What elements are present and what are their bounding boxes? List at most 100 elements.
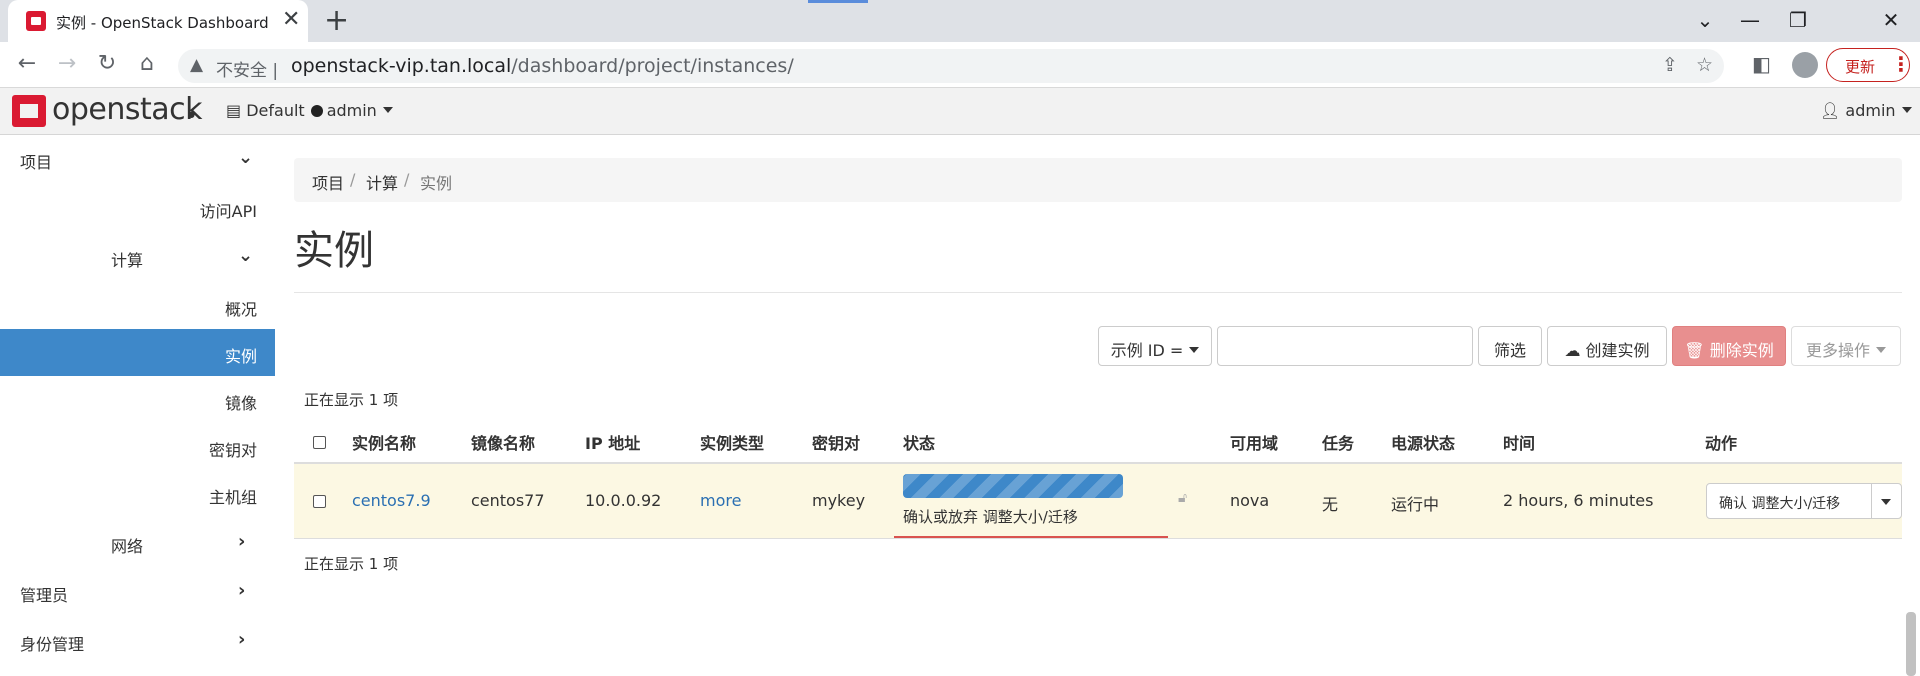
image-name: centos77: [471, 491, 545, 510]
home-icon[interactable]: ⌂: [133, 50, 161, 78]
caret-down-icon: [1881, 499, 1891, 505]
tab-drag-indicator: [808, 0, 868, 3]
sidebar-item-admin[interactable]: 管理员 ›: [0, 568, 275, 615]
breadcrumb: 项目 / 计算 / 实例: [294, 158, 1902, 202]
confirm-resize-button[interactable]: 确认 调整大小/迁移: [1706, 483, 1872, 519]
separator-dot: [310, 105, 323, 117]
sidebar-item-network[interactable]: 网络 ›: [0, 519, 275, 566]
breadcrumb-separator: /: [404, 170, 410, 189]
browser-toolbar: ← → ↻ ⌂ ▲ 不安全 | openstack-vip.tan.local/…: [0, 42, 1920, 88]
status-text: 确认或放弃 调整大小/迁移: [903, 508, 1078, 526]
trash-icon: 🗑︎: [1684, 341, 1705, 360]
time: 2 hours, 6 minutes: [1503, 491, 1654, 510]
sidepanel-icon[interactable]: ◧: [1752, 52, 1771, 76]
showing-count-bottom: 正在显示 1 项: [304, 555, 399, 573]
warning-icon[interactable]: ▲: [190, 55, 203, 75]
col-keypair[interactable]: 密钥对: [812, 430, 860, 454]
filter-button[interactable]: 筛选: [1478, 326, 1542, 366]
star-icon[interactable]: ☆: [1696, 54, 1713, 76]
openstack-favicon-icon: [26, 11, 46, 31]
back-icon[interactable]: ←: [13, 50, 41, 78]
keypair: mykey: [812, 491, 866, 510]
showing-count-top: 正在显示 1 项: [304, 391, 399, 409]
logo-text[interactable]: openstack: [52, 92, 203, 127]
col-image-name[interactable]: 镜像名称: [471, 430, 535, 454]
user-menu[interactable]: 👤︎ admin: [1820, 101, 1912, 120]
chevron-right-icon: ›: [238, 629, 246, 650]
sidebar-item-compute[interactable]: 计算 ⌄: [0, 233, 275, 280]
sidebar-item-instances[interactable]: 实例: [0, 329, 275, 376]
project-label: admin: [326, 101, 377, 120]
openstack-header: openstack ● ▤ Default admin 👤︎ admin: [0, 88, 1920, 135]
col-time[interactable]: 时间: [1503, 430, 1535, 454]
url-text[interactable]: openstack-vip.tan.local/dashboard/projec…: [291, 55, 794, 77]
caret-down-icon: [382, 107, 393, 113]
sidebar-item-server-groups[interactable]: 主机组: [0, 470, 275, 517]
ip-address: 10.0.0.92: [585, 491, 662, 510]
insecure-label[interactable]: 不安全 |: [216, 56, 278, 81]
delete-instances-button[interactable]: 🗑︎ 删除实例: [1672, 326, 1786, 366]
tab-search-chevron-icon[interactable]: ⌄: [1690, 8, 1720, 32]
new-tab-button[interactable]: +: [324, 5, 349, 37]
col-power-state[interactable]: 电源状态: [1391, 430, 1455, 454]
close-window-icon[interactable]: ✕: [1876, 8, 1906, 32]
select-all-checkbox[interactable]: [313, 436, 326, 449]
col-ip-address[interactable]: IP 地址: [585, 430, 640, 454]
sidebar-item-api-access[interactable]: 访问API: [0, 184, 275, 231]
caret-down-icon: [1189, 347, 1200, 353]
restore-icon[interactable]: ❐: [1783, 8, 1813, 32]
status-progress-bar: [903, 474, 1123, 498]
page-title: 实例: [294, 228, 374, 274]
create-instance-button[interactable]: ☁ 创建实例: [1547, 326, 1667, 366]
update-button[interactable]: 更新 ⋮: [1826, 48, 1911, 82]
instance-name-link[interactable]: centos7.9: [352, 491, 431, 510]
forward-icon[interactable]: →: [53, 50, 81, 78]
project-context-menu[interactable]: ▤ Default admin: [226, 101, 393, 120]
sidebar-item-identity[interactable]: 身份管理 ›: [0, 617, 275, 664]
filter-field-dropdown[interactable]: 示例 ID =: [1098, 326, 1212, 366]
row-actions-dropdown[interactable]: [1871, 483, 1902, 519]
browser-tabstrip: 实例 - OpenStack Dashboard ✕ + ⌄ — ❐ ✕: [0, 0, 1920, 42]
profile-icon[interactable]: [1792, 52, 1818, 78]
availability-zone: nova: [1230, 491, 1270, 510]
col-flavor[interactable]: 实例类型: [700, 430, 764, 454]
table-row: centos7.9 centos77 10.0.0.92 more mykey …: [294, 464, 1902, 539]
breadcrumb-compute[interactable]: 计算: [366, 170, 398, 194]
more-actions-button[interactable]: 更多操作: [1791, 326, 1901, 366]
sidebar: 项目 ⌄ 访问API 计算 ⌄ 概况 实例 镜像 密钥对 主机组 网络 › 管理…: [0, 135, 275, 676]
sidebar-item-images[interactable]: 镜像: [0, 376, 275, 423]
chevron-down-icon: ⌄: [238, 245, 254, 266]
breadcrumb-project[interactable]: 项目: [312, 170, 344, 194]
row-checkbox[interactable]: [313, 495, 326, 508]
chevron-down-icon: ⌄: [238, 147, 254, 168]
menu-dots-icon[interactable]: ⋮: [1891, 52, 1911, 76]
reload-icon[interactable]: ↻: [93, 50, 121, 78]
unlock-icon: 🔓︎: [1178, 490, 1188, 506]
cloud-upload-icon: ☁: [1564, 341, 1581, 360]
col-instance-name[interactable]: 实例名称: [352, 430, 416, 454]
close-tab-icon[interactable]: ✕: [282, 8, 300, 32]
table-header: 实例名称 镜像名称 IP 地址 实例类型 密钥对 状态 可用域 任务 电源状态 …: [294, 420, 1902, 464]
openstack-logo-icon[interactable]: [12, 95, 46, 127]
domain-label: Default: [246, 101, 305, 120]
sidebar-item-overview[interactable]: 概况: [0, 282, 275, 329]
flavor-link[interactable]: more: [700, 491, 741, 510]
logo-trademark: ●: [188, 110, 195, 119]
sidebar-item-project[interactable]: 项目 ⌄: [0, 135, 275, 182]
col-task[interactable]: 任务: [1322, 430, 1354, 454]
sidebar-item-keypairs[interactable]: 密钥对: [0, 423, 275, 470]
address-bar[interactable]: ▲ 不安全 | openstack-vip.tan.local/dashboar…: [178, 49, 1724, 83]
col-availability-zone[interactable]: 可用域: [1230, 430, 1278, 454]
task: 无: [1322, 495, 1339, 514]
col-status[interactable]: 状态: [903, 430, 935, 454]
col-actions: 动作: [1705, 434, 1738, 453]
caret-down-icon: [1901, 107, 1912, 113]
filter-input[interactable]: [1217, 326, 1473, 366]
chevron-right-icon: ›: [238, 531, 246, 552]
browser-tab[interactable]: 实例 - OpenStack Dashboard ✕: [8, 0, 308, 42]
page-scrollbar[interactable]: [1906, 612, 1916, 676]
share-icon[interactable]: ⇪: [1662, 54, 1678, 76]
caret-down-icon: [1876, 347, 1886, 353]
minimize-icon[interactable]: —: [1735, 8, 1765, 32]
context-icon: ▤: [226, 101, 242, 120]
